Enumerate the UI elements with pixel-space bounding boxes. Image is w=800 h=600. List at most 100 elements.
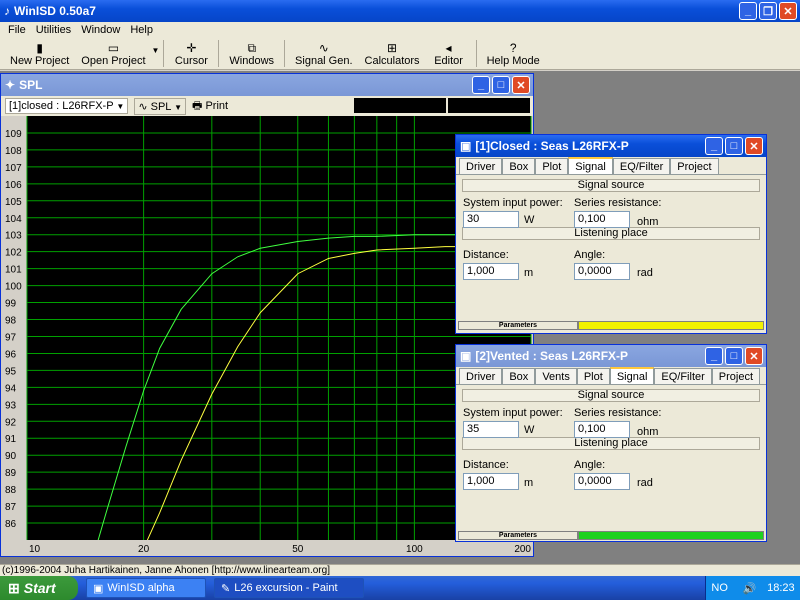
- closed-title-bar: ▣ [1]Closed : Seas L26RFX-P _ □ ✕: [456, 135, 766, 157]
- vented-close-button[interactable]: ✕: [745, 347, 763, 365]
- task-winisd[interactable]: ▣ WinISD alpha: [86, 578, 206, 598]
- y-tick-label: 101: [5, 265, 22, 276]
- chevron-down-icon: ▼: [174, 102, 182, 112]
- menu-bar: File Utilities Window Help: [0, 22, 800, 38]
- tab-driver[interactable]: Driver: [459, 158, 503, 174]
- close-button[interactable]: ✕: [779, 2, 797, 20]
- project-select[interactable]: [1]closed : L26RFX-P ▼: [5, 98, 129, 114]
- tab-eq-filter[interactable]: EQ/Filter: [612, 158, 671, 174]
- tab-project[interactable]: Project: [670, 158, 719, 174]
- params-label: Parameters: [458, 321, 578, 330]
- tab-box[interactable]: Box: [502, 158, 536, 174]
- spl-minimize-button[interactable]: _: [472, 76, 490, 94]
- closed-tabs: Driver Box Plot Signal EQ/Filter Project: [456, 157, 766, 175]
- maximize-button[interactable]: ❐: [759, 2, 777, 20]
- params-indicator: [578, 531, 764, 540]
- x-tick-label: 100: [406, 544, 423, 555]
- y-tick-label: 96: [5, 349, 17, 360]
- open-project-button[interactable]: ▭ Open Project: [75, 38, 151, 69]
- system-input-power-input[interactable]: 35: [463, 421, 519, 438]
- y-tick-label: 105: [5, 197, 22, 208]
- y-tick-label: 91: [5, 434, 17, 445]
- y-tick-label: 88: [5, 485, 17, 496]
- vented-params-bar: Parameters: [458, 531, 764, 540]
- app-icon: ♪: [4, 4, 10, 18]
- spl-maximize-button[interactable]: □: [492, 76, 510, 94]
- resistance-unit: ohm: [637, 216, 659, 228]
- tab-driver[interactable]: Driver: [459, 368, 503, 384]
- listening-place-header: Listening place: [462, 227, 760, 240]
- series-resistance-label: Series resistance:: [574, 197, 662, 209]
- y-tick-label: 107: [5, 163, 22, 174]
- menu-utilities[interactable]: Utilities: [36, 24, 71, 36]
- angle-input[interactable]: 0,0000: [574, 263, 630, 280]
- printer-icon: 🖶: [192, 99, 203, 112]
- minimize-button[interactable]: _: [739, 2, 757, 20]
- tab-plot[interactable]: Plot: [535, 158, 569, 174]
- series-resistance-label: Series resistance:: [574, 407, 662, 419]
- signal-source-header: Signal source: [462, 389, 760, 402]
- tab-vents[interactable]: Vents: [535, 368, 577, 384]
- language-indicator[interactable]: NO: [711, 582, 728, 594]
- spl-title-bar: ✦ SPL _ □ ✕: [1, 74, 533, 96]
- closed-maximize-button[interactable]: □: [725, 137, 743, 155]
- new-project-button[interactable]: ▮ New Project: [4, 38, 75, 69]
- cursor-button[interactable]: ✛ Cursor: [168, 38, 214, 69]
- menu-window[interactable]: Window: [81, 24, 120, 36]
- system-input-power-input[interactable]: 30: [463, 211, 519, 228]
- menu-help[interactable]: Help: [130, 24, 153, 36]
- distance-unit: m: [524, 477, 534, 489]
- system-tray: NO 🔊 18:23: [705, 576, 800, 600]
- tab-box[interactable]: Box: [502, 368, 536, 384]
- tab-project[interactable]: Project: [711, 368, 761, 384]
- tab-plot[interactable]: Plot: [576, 368, 610, 384]
- windows-logo-icon: ⊞: [8, 579, 20, 596]
- print-button[interactable]: 🖶 Print: [192, 97, 228, 116]
- angle-unit: rad: [637, 477, 653, 489]
- windows-button[interactable]: ⧉ Windows: [223, 38, 280, 69]
- calculators-button[interactable]: ⊞ Calculators: [359, 38, 426, 69]
- task-paint[interactable]: ✎ L26 excursion - Paint: [214, 578, 364, 598]
- menu-file[interactable]: File: [8, 24, 26, 36]
- tab-signal[interactable]: Signal: [568, 157, 613, 174]
- spl-window: ✦ SPL _ □ ✕ [1]closed : L26RFX-P ▼ ∿ SPL…: [0, 73, 534, 557]
- x-tick-label: 50: [292, 544, 304, 555]
- signal-gen-button[interactable]: ∿ Signal Gen.: [289, 38, 358, 69]
- vented-minimize-button[interactable]: _: [705, 347, 723, 365]
- spl-close-button[interactable]: ✕: [512, 76, 530, 94]
- distance-input[interactable]: 1,000: [463, 473, 519, 490]
- readout-box-1: [354, 98, 446, 113]
- angle-input[interactable]: 0,0000: [574, 473, 630, 490]
- y-tick-label: 102: [5, 248, 22, 259]
- sound-icon[interactable]: 🔊: [743, 582, 757, 595]
- tab-signal[interactable]: Signal: [609, 367, 655, 384]
- signal-source-header: Signal source: [462, 179, 760, 192]
- editor-button[interactable]: ◂ Editor: [426, 38, 472, 69]
- angle-unit: rad: [637, 267, 653, 279]
- graph-select[interactable]: ∿ SPL ▼: [134, 97, 186, 115]
- signal-gen-icon: ∿: [318, 40, 329, 55]
- closed-minimize-button[interactable]: _: [705, 137, 723, 155]
- spl-window-icon: ✦: [5, 78, 16, 92]
- vented-signal-window: ▣ [2]Vented : Seas L26RFX-P _ □ ✕ Driver…: [455, 344, 767, 542]
- distance-unit: m: [524, 267, 534, 279]
- y-tick-label: 104: [5, 214, 22, 225]
- spl-toolbar: [1]closed : L26RFX-P ▼ ∿ SPL ▼ 🖶 Print: [1, 96, 533, 116]
- open-project-dropdown-icon[interactable]: ▼: [152, 38, 160, 69]
- series-resistance-input[interactable]: 0,100: [574, 421, 630, 438]
- paint-task-icon: ✎: [221, 582, 231, 595]
- angle-label: Angle:: [574, 249, 606, 261]
- spl-chart[interactable]: 8687888990919293949596979899100101102103…: [1, 116, 533, 556]
- readout-box-2: [448, 98, 530, 113]
- power-unit: W: [524, 424, 535, 436]
- closed-close-button[interactable]: ✕: [745, 137, 763, 155]
- y-tick-label: 108: [5, 146, 22, 157]
- start-button[interactable]: ⊞ Start: [0, 576, 78, 600]
- y-tick-label: 106: [5, 180, 22, 191]
- series-resistance-input[interactable]: 0,100: [574, 211, 630, 228]
- distance-input[interactable]: 1,000: [463, 263, 519, 280]
- help-mode-button[interactable]: ? Help Mode: [481, 38, 546, 69]
- y-tick-label: 89: [5, 468, 17, 479]
- vented-maximize-button[interactable]: □: [725, 347, 743, 365]
- tab-eq-filter[interactable]: EQ/Filter: [654, 368, 712, 384]
